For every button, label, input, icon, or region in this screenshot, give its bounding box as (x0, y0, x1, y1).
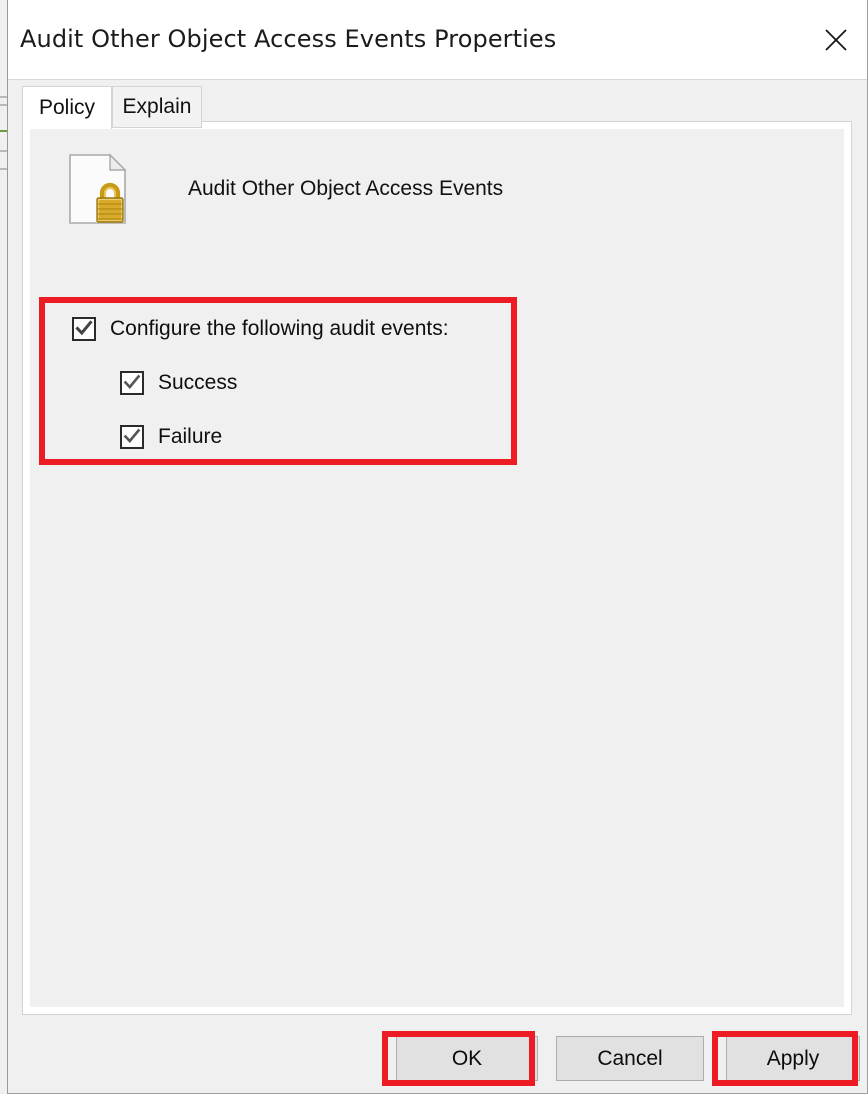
checkbox-configure-audit-events[interactable] (72, 317, 96, 341)
checkbox-row-failure[interactable]: Failure (120, 422, 532, 452)
background-row-tick (0, 104, 7, 106)
properties-dialog: Audit Other Object Access Events Propert… (8, 0, 868, 1094)
configure-audit-events-group: Configure the following audit events: Su… (72, 314, 532, 452)
background-row-tick (0, 150, 7, 152)
background-row-tick (0, 130, 7, 132)
ok-button-label: OK (451, 1046, 483, 1070)
policy-name: Audit Other Object Access Events (188, 177, 504, 200)
tab-content-panel: Audit Other Object Access Events Configu… (22, 121, 852, 1015)
tab-policy-label: Policy (38, 96, 96, 119)
title-bar: Audit Other Object Access Events Propert… (8, 0, 867, 80)
background-row-tick (0, 168, 7, 170)
window-title: Audit Other Object Access Events Propert… (20, 25, 557, 53)
apply-button[interactable]: Apply (726, 1036, 860, 1081)
tab-explain[interactable]: Explain (112, 86, 202, 128)
policy-document-lock-icon (68, 153, 130, 229)
checkbox-failure-label: Failure (158, 425, 223, 448)
checkbox-row-configure[interactable]: Configure the following audit events: (72, 314, 532, 344)
checkbox-configure-label: Configure the following audit events: (110, 317, 449, 340)
background-row-tick (0, 96, 7, 98)
policy-header: Audit Other Object Access Events (68, 153, 768, 241)
tab-content-inner: Audit Other Object Access Events Configu… (30, 129, 844, 1007)
checkbox-row-success[interactable]: Success (120, 368, 532, 398)
checkbox-success-label: Success (158, 371, 238, 394)
checkbox-success[interactable] (120, 371, 144, 395)
cancel-button[interactable]: Cancel (556, 1036, 704, 1081)
tab-policy[interactable]: Policy (22, 86, 112, 129)
background-window-strip (0, 0, 8, 1094)
close-icon[interactable] (805, 0, 867, 79)
apply-button-label: Apply (766, 1046, 820, 1070)
tab-explain-label: Explain (122, 95, 192, 118)
ok-button[interactable]: OK (396, 1036, 538, 1081)
cancel-button-label: Cancel (597, 1046, 663, 1070)
checkbox-failure[interactable] (120, 425, 144, 449)
